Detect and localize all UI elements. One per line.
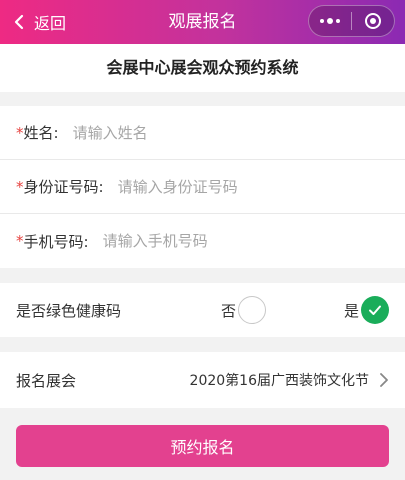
required-mark: * xyxy=(16,123,24,142)
chevron-left-icon xyxy=(14,14,24,30)
required-mark: * xyxy=(16,177,24,196)
name-input[interactable] xyxy=(72,123,405,142)
phone-label: 手机号码: xyxy=(23,232,89,251)
more-button[interactable] xyxy=(309,6,351,36)
exhibition-label: 报名展会 xyxy=(16,371,77,390)
system-title: 会展中心展会观众预约系统 xyxy=(0,44,405,92)
checkmark-icon xyxy=(369,305,382,315)
exhibition-value: 2020第16届广西装饰文化节 xyxy=(189,373,369,389)
mini-program-capsule xyxy=(308,5,395,37)
id-card-input[interactable] xyxy=(117,177,405,196)
health-code-yes-option[interactable]: 是 xyxy=(344,296,390,324)
radio-unchecked-icon[interactable] xyxy=(238,296,267,324)
back-label: 返回 xyxy=(34,14,67,33)
phone-input[interactable] xyxy=(102,232,405,250)
back-button[interactable]: 返回 xyxy=(10,0,66,44)
submit-button[interactable]: 预约报名 xyxy=(16,425,389,467)
navigation-bar: 返回 观展报名 xyxy=(0,0,405,44)
phone-field-row: * 手机号码: xyxy=(0,214,405,268)
more-dots-icon xyxy=(320,18,340,24)
radio-checked-icon[interactable] xyxy=(361,296,390,324)
exhibition-selector[interactable]: 报名展会 2020第16届广西装饰文化节 xyxy=(0,352,405,408)
close-button[interactable] xyxy=(352,6,394,36)
chevron-right-icon xyxy=(380,373,388,387)
mini-program-close-icon xyxy=(365,13,381,29)
name-field-row: * 姓名: xyxy=(0,106,405,160)
id-card-label: 身份证号码: xyxy=(23,178,104,196)
name-label: 姓名: xyxy=(23,124,59,142)
id-card-field-row: * 身份证号码: xyxy=(0,160,405,214)
required-mark: * xyxy=(16,232,24,250)
option-no-label: 否 xyxy=(221,301,237,320)
registration-form: * 姓名: * 身份证号码: * 手机号码: xyxy=(0,106,405,268)
health-code-no-option[interactable]: 否 xyxy=(221,296,267,324)
health-code-row: 是否绿色健康码 否 是 xyxy=(0,283,405,337)
health-code-label: 是否绿色健康码 xyxy=(16,301,122,320)
option-yes-label: 是 xyxy=(344,301,360,320)
